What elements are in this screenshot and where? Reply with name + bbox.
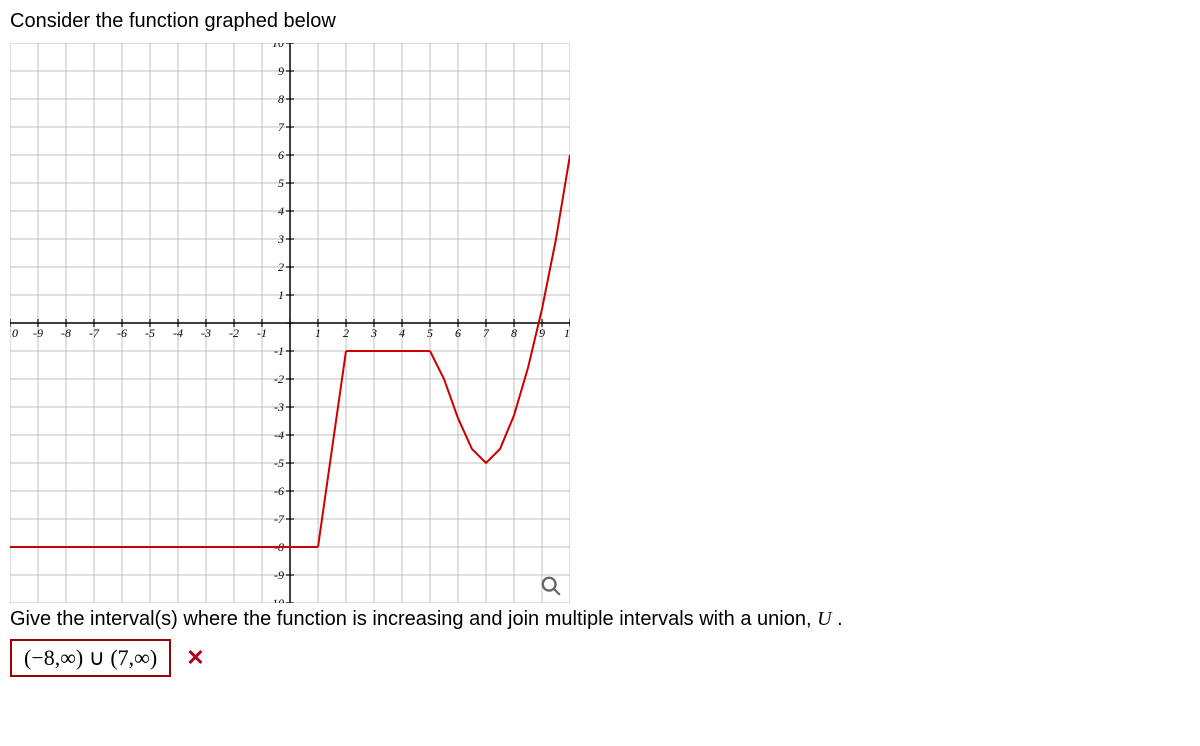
svg-text:8: 8 xyxy=(278,92,284,106)
svg-text:4: 4 xyxy=(399,326,405,340)
svg-text:-2: -2 xyxy=(274,372,284,386)
svg-text:7: 7 xyxy=(483,326,490,340)
function-graph: -10-9-8-7-6-5-4-3-2-112345678910-10-9-8-… xyxy=(10,43,570,603)
svg-text:3: 3 xyxy=(370,326,377,340)
svg-text:-2: -2 xyxy=(229,326,239,340)
svg-text:-3: -3 xyxy=(201,326,211,340)
svg-text:1: 1 xyxy=(315,326,321,340)
svg-text:10: 10 xyxy=(272,43,284,50)
wrong-mark-icon: ✕ xyxy=(186,645,204,671)
question-bottom-text: Give the interval(s) where the function … xyxy=(10,608,1190,631)
svg-text:-6: -6 xyxy=(117,326,127,340)
svg-text:5: 5 xyxy=(278,176,284,190)
svg-text:6: 6 xyxy=(278,148,284,162)
svg-text:9: 9 xyxy=(278,64,284,78)
svg-text:1: 1 xyxy=(278,288,284,302)
answer-input[interactable]: (−8,∞) ∪ (7,∞) xyxy=(10,639,171,677)
zoom-icon[interactable] xyxy=(540,575,562,597)
svg-text:-3: -3 xyxy=(274,400,284,414)
svg-text:-8: -8 xyxy=(61,326,71,340)
svg-text:-5: -5 xyxy=(274,456,284,470)
svg-text:6: 6 xyxy=(455,326,461,340)
svg-text:2: 2 xyxy=(343,326,349,340)
svg-text:2: 2 xyxy=(278,260,284,274)
svg-text:-6: -6 xyxy=(274,484,284,498)
svg-text:-9: -9 xyxy=(33,326,43,340)
svg-text:8: 8 xyxy=(511,326,517,340)
svg-text:-7: -7 xyxy=(89,326,100,340)
svg-text:-1: -1 xyxy=(274,344,284,358)
svg-text:9: 9 xyxy=(539,326,545,340)
graph-container: -10-9-8-7-6-5-4-3-2-112345678910-10-9-8-… xyxy=(10,43,570,603)
union-symbol: U xyxy=(817,608,831,630)
svg-text:-7: -7 xyxy=(274,512,285,526)
svg-text:4: 4 xyxy=(278,204,284,218)
svg-text:-5: -5 xyxy=(145,326,155,340)
svg-text:10: 10 xyxy=(564,326,570,340)
svg-text:7: 7 xyxy=(278,120,285,134)
svg-text:-4: -4 xyxy=(173,326,183,340)
svg-text:3: 3 xyxy=(277,232,284,246)
svg-text:-1: -1 xyxy=(257,326,267,340)
svg-text:5: 5 xyxy=(427,326,433,340)
svg-text:-4: -4 xyxy=(274,428,284,442)
svg-text:-9: -9 xyxy=(274,568,284,582)
question-top-text: Consider the function graphed below xyxy=(10,10,1190,33)
answer-row: (−8,∞) ∪ (7,∞) ✕ xyxy=(10,639,1190,677)
svg-text:-10: -10 xyxy=(268,596,284,603)
svg-text:-10: -10 xyxy=(10,326,18,340)
